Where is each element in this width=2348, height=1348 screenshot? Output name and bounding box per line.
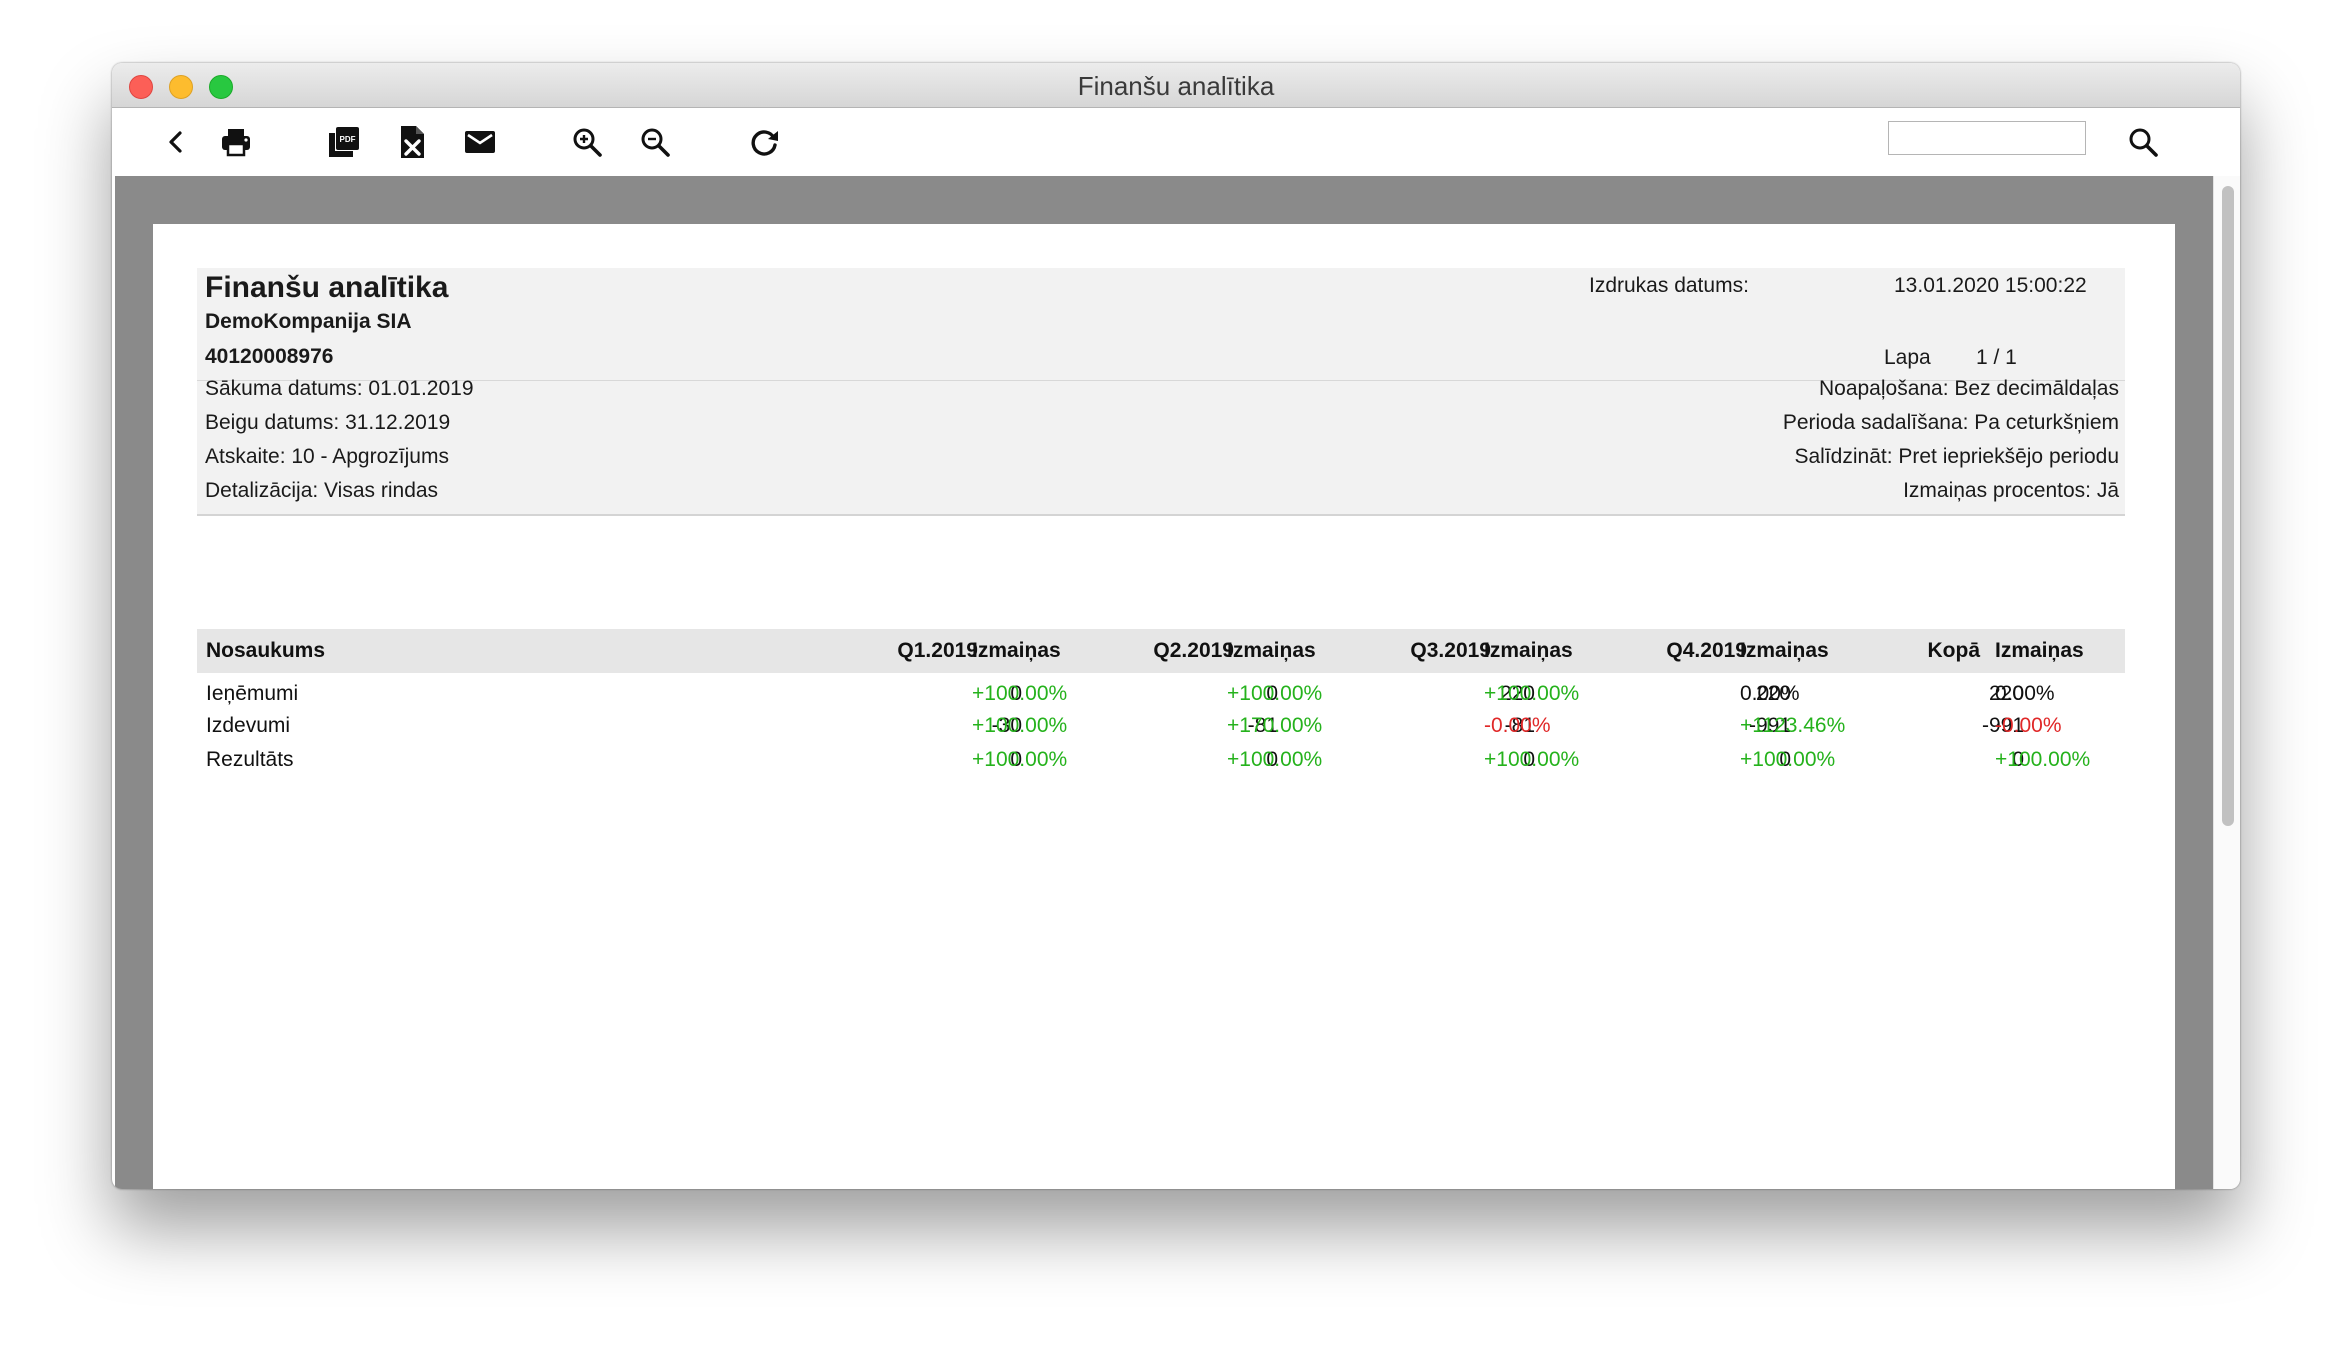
change-cell: +100.00%	[972, 714, 1068, 737]
toolbar: PDF	[112, 108, 2240, 176]
param-end-date: Beigu datums: 31.12.2019	[205, 411, 451, 434]
param-rounding: Noapaļošana: Bez decimāldaļas	[1818, 377, 2119, 400]
row-name: Izdevumi	[206, 714, 291, 737]
title-bar: Finanšu analītika	[112, 63, 2240, 108]
search-input[interactable]	[1888, 121, 2086, 155]
change-cell: +100.00%	[972, 748, 1068, 771]
row-name: Ieņēmumi	[206, 682, 299, 705]
col-header-change: Izmaiņas	[1740, 639, 1829, 662]
mail-icon[interactable]	[460, 122, 500, 162]
col-header-q1: Q1.2019	[897, 639, 978, 662]
zoom-out-icon[interactable]	[635, 122, 675, 162]
col-header-total: Kopā	[1927, 639, 1981, 662]
param-report: Atskaite: 10 - Apgrozījums	[205, 445, 449, 468]
param-change-percent: Izmaiņas procentos: Jā	[1903, 479, 2119, 502]
param-detail: Detalizācija: Visas rindas	[205, 479, 439, 502]
report-window: Finanšu analītika PDF Finanšu analītika …	[112, 63, 2240, 1189]
company-name: DemoKompanija SIA	[205, 310, 412, 333]
vertical-scrollbar[interactable]	[2213, 176, 2240, 1189]
change-cell: +100.00%	[1740, 748, 1836, 771]
refresh-icon[interactable]	[744, 122, 784, 162]
col-header-q3: Q3.2019	[1410, 639, 1491, 662]
col-header-q2: Q2.2019	[1153, 639, 1234, 662]
excel-icon[interactable]	[392, 122, 432, 162]
col-header-change: Izmaiņas	[1484, 639, 1573, 662]
col-header-change: Izmaiņas	[972, 639, 1061, 662]
print-date-value: 13.01.2020 15:00:22	[1894, 274, 2087, 297]
change-cell: +100.00%	[972, 682, 1068, 705]
change-cell: 0.00%	[1740, 682, 1800, 705]
col-header-q4: Q4.2019	[1666, 639, 1747, 662]
change-cell: +100.00%	[1995, 748, 2091, 771]
svg-text:PDF: PDF	[340, 135, 356, 144]
change-cell: -0.00%	[1995, 714, 2062, 737]
change-cell: +100.00%	[1227, 682, 1323, 705]
param-period-split: Perioda sadalīšana: Pa ceturkšņiem	[1782, 411, 2119, 434]
table-header: Nosaukums Q1.2019 Izmaiņas Q2.2019 Izmai…	[197, 629, 2125, 673]
col-header-name: Nosaukums	[206, 639, 326, 662]
print-icon[interactable]	[216, 122, 256, 162]
change-cell: 0.00%	[1995, 682, 2055, 705]
report-page: Finanšu analītika DemoKompanija SIA 4012…	[153, 224, 2175, 1189]
search-icon[interactable]	[2123, 122, 2163, 162]
pdf-icon[interactable]: PDF	[324, 122, 364, 162]
report-header: Finanšu analītika DemoKompanija SIA 4012…	[197, 268, 2125, 516]
window-title: Finanšu analītika	[1077, 71, 1275, 101]
report-viewer[interactable]: Finanšu analītika DemoKompanija SIA 4012…	[115, 176, 2213, 1189]
change-cell: +100.00%	[1484, 748, 1580, 771]
param-start-date: Sākuma datums: 01.01.2019	[205, 377, 474, 400]
page-value: 1 / 1	[1976, 346, 2017, 369]
change-cell: +100.00%	[1484, 682, 1580, 705]
report-title: Finanšu analītika	[205, 271, 449, 304]
change-cell: +170.00%	[1227, 714, 1323, 737]
change-cell: +100.00%	[1227, 748, 1323, 771]
print-date-label: Izdrukas datums:	[1589, 274, 1749, 297]
back-icon[interactable]	[156, 122, 196, 162]
col-header-change: Izmaiņas	[1995, 639, 2084, 662]
change-cell: -0.00%	[1484, 714, 1551, 737]
page-label: Lapa	[1884, 346, 1931, 369]
row-name: Rezultāts	[206, 748, 294, 771]
registration-number: 40120008976	[205, 345, 334, 368]
change-cell: +1123.46%	[1740, 714, 1846, 737]
col-header-change: Izmaiņas	[1227, 639, 1316, 662]
param-compare: Salīdzināt: Pret iepriekšējo periodu	[1794, 445, 2119, 468]
zoom-in-icon[interactable]	[567, 122, 607, 162]
scrollbar-thumb[interactable]	[2222, 186, 2234, 826]
